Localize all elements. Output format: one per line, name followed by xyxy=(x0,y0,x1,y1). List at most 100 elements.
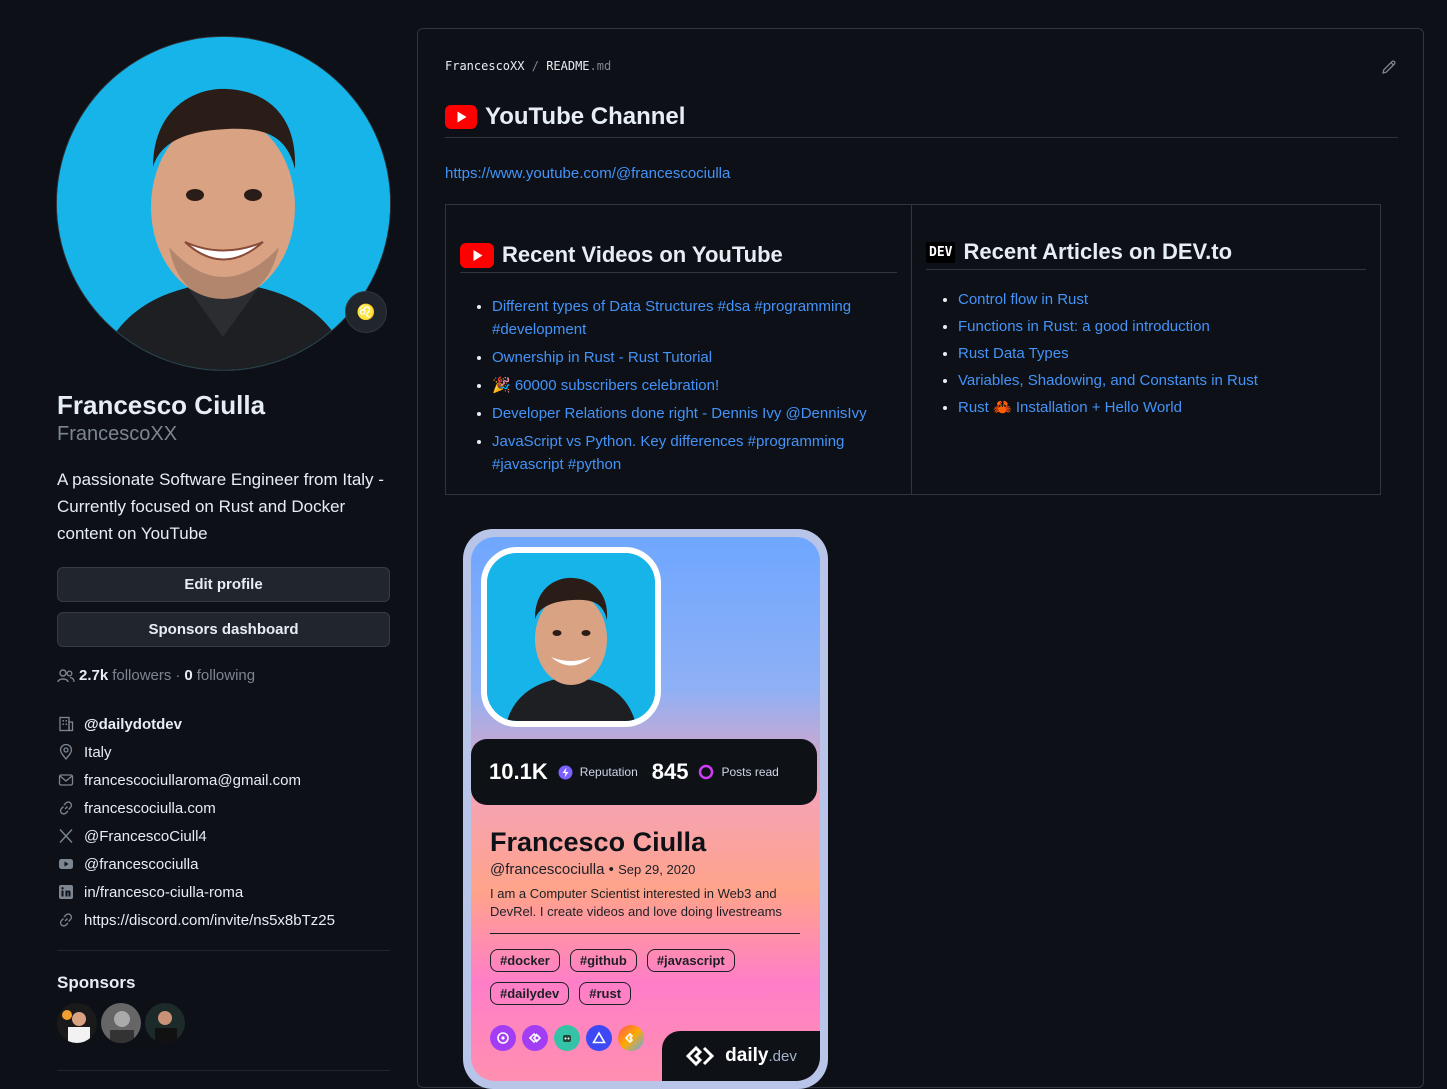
list-item: Functions in Rust: a good introduction xyxy=(958,315,1366,338)
devcard-name: Francesco Ciulla xyxy=(490,827,707,857)
linkedin-link[interactable]: in/francesco-ciulla-roma xyxy=(84,884,243,901)
reputation-value: 10.1K xyxy=(489,759,548,784)
list-item: Developer Relations done right - Dennis … xyxy=(492,402,897,425)
mail-icon xyxy=(57,771,75,789)
profile-details: @dailydotdev Italy francescociullaroma@g… xyxy=(57,710,390,934)
crumb-owner[interactable]: FrancescoXX xyxy=(445,59,524,73)
email-link[interactable]: francescociullaroma@gmail.com xyxy=(84,772,301,789)
recent-content-table: Recent Videos on YouTube Different types… xyxy=(445,204,1381,495)
detail-x: @FrancescoCiull4 xyxy=(57,822,390,850)
devcard-body: 10.1K Reputation 845 Posts read Francesc… xyxy=(471,537,820,1081)
x-logo-icon xyxy=(57,827,75,845)
devcard-bio: I am a Computer Scientist interested in … xyxy=(490,886,782,919)
profile-name: Francesco Ciulla xyxy=(57,390,266,420)
posts-read-label: Posts read xyxy=(721,765,779,779)
devcard-squad-badges xyxy=(490,1025,644,1051)
list-item: JavaScript vs Python. Key differences #p… xyxy=(492,430,897,476)
profile-username: FrancescoXX xyxy=(57,423,178,445)
detail-discord: https://discord.com/invite/ns5x8bTz25 xyxy=(57,906,390,934)
devcard-handle: @francescociulla xyxy=(490,861,605,878)
youtube-icon xyxy=(445,105,477,129)
followers-label[interactable]: followers xyxy=(112,667,171,684)
videos-column: Recent Videos on YouTube Different types… xyxy=(446,205,912,494)
reputation-icon xyxy=(558,765,573,780)
following-count[interactable]: 0 xyxy=(184,667,192,684)
status-badge[interactable]: ♌ xyxy=(345,291,387,333)
link-icon xyxy=(57,911,75,929)
following-label[interactable]: following xyxy=(197,667,255,684)
video-link[interactable]: Ownership in Rust - Rust Tutorial xyxy=(492,349,712,366)
readme-heading: YouTube Channel xyxy=(445,103,1398,138)
detail-email: francescociullaroma@gmail.com xyxy=(57,766,390,794)
sponsors-title: Sponsors xyxy=(57,973,136,992)
readme-breadcrumb: FrancescoXX / README.md xyxy=(445,59,611,73)
list-item: Rust 🦀 Installation + Hello World xyxy=(958,396,1366,419)
video-link[interactable]: Different types of Data Structures #dsa … xyxy=(492,298,851,338)
youtube-icon xyxy=(460,242,494,268)
articles-heading-text: Recent Articles on DEV.to xyxy=(963,239,1233,264)
detail-youtube: @francescociulla xyxy=(57,850,390,878)
video-link[interactable]: 🎉 60000 subscribers celebration! xyxy=(492,377,719,394)
crumb-separator: / xyxy=(531,59,539,73)
edit-profile-button[interactable]: Edit profile xyxy=(57,567,390,602)
devcard-divider xyxy=(490,933,800,934)
videos-heading-text: Recent Videos on YouTube xyxy=(502,242,783,267)
articles-heading: DEV Recent Articles on DEV.to xyxy=(926,239,1366,270)
devcard-joined-date: Sep 29, 2020 xyxy=(618,862,696,877)
crumb-ext: .md xyxy=(589,59,612,73)
follow-stats: 2.7k followers · 0 following xyxy=(57,667,390,684)
devcard-tag: #github xyxy=(569,949,637,972)
link-icon xyxy=(57,799,75,817)
discord-link[interactable]: https://discord.com/invite/ns5x8bTz25 xyxy=(84,912,335,929)
youtube-link[interactable]: @francescociulla xyxy=(84,856,198,873)
devcard-tag: #javascript xyxy=(646,949,735,972)
squad-badge-icon xyxy=(490,1025,516,1051)
list-item: 🎉 60000 subscribers celebration! xyxy=(492,374,897,397)
x-link[interactable]: @FrancescoCiull4 xyxy=(84,828,207,845)
people-icon xyxy=(57,668,75,684)
devcard-tag: #docker xyxy=(490,949,560,972)
crumb-file: README xyxy=(546,59,590,73)
organization-icon xyxy=(57,715,75,733)
linkedin-icon xyxy=(57,883,75,901)
sponsor-avatar[interactable] xyxy=(101,1003,141,1043)
articles-column: DEV Recent Articles on DEV.to Control fl… xyxy=(912,205,1380,494)
detail-location: Italy xyxy=(57,738,390,766)
article-link[interactable]: Functions in Rust: a good introduction xyxy=(958,318,1210,335)
followers-count[interactable]: 2.7k xyxy=(79,667,108,684)
article-link[interactable]: Rust Data Types xyxy=(958,345,1069,362)
sponsor-avatar[interactable] xyxy=(145,1003,185,1043)
video-link[interactable]: Developer Relations done right - Dennis … xyxy=(492,405,867,422)
list-item: Control flow in Rust xyxy=(958,288,1366,311)
devcard-dot: • xyxy=(608,861,614,878)
youtube-channel-link[interactable]: https://www.youtube.com/@francescociulla xyxy=(445,165,730,182)
readme-heading-text: YouTube Channel xyxy=(485,103,686,130)
article-link[interactable]: Rust 🦀 Installation + Hello World xyxy=(958,399,1182,416)
organization-link[interactable]: @dailydotdev xyxy=(84,716,182,733)
pencil-icon[interactable] xyxy=(1381,59,1397,80)
devcard-stats: 10.1K Reputation 845 Posts read xyxy=(471,739,817,805)
article-link[interactable]: Variables, Shadowing, and Constants in R… xyxy=(958,372,1258,389)
detail-organization: @dailydotdev xyxy=(57,710,390,738)
reputation-label: Reputation xyxy=(579,765,638,779)
colorful-badge-icon xyxy=(618,1025,644,1051)
list-item: Variables, Shadowing, and Constants in R… xyxy=(958,369,1366,392)
profile-bio: A passionate Software Engineer from Ital… xyxy=(57,470,384,543)
devcard-tag: #rust xyxy=(579,982,632,1005)
avatar-portrait xyxy=(57,37,390,370)
sponsor-avatar[interactable] xyxy=(57,1003,97,1043)
videos-list: Different types of Data Structures #dsa … xyxy=(460,295,897,476)
video-link[interactable]: JavaScript vs Python. Key differences #p… xyxy=(492,433,844,473)
daily-dev-card[interactable]: 10.1K Reputation 845 Posts read Francesc… xyxy=(463,529,828,1089)
posts-read-icon xyxy=(698,764,714,780)
devcard-handle-row: @francescociulla • Sep 29, 2020 xyxy=(490,861,695,878)
profile-avatar[interactable] xyxy=(57,37,390,370)
brand-word: daily xyxy=(725,1045,769,1066)
article-link[interactable]: Control flow in Rust xyxy=(958,291,1088,308)
sponsors-dashboard-button[interactable]: Sponsors dashboard xyxy=(57,612,390,647)
daily-dev-badge-icon xyxy=(522,1025,548,1051)
list-item: Different types of Data Structures #dsa … xyxy=(492,295,897,341)
website-link[interactable]: francescociulla.com xyxy=(84,800,216,817)
dev-logo-icon: DEV xyxy=(926,241,956,263)
profile-sidebar: ♌ Francesco Ciulla FrancescoXX A passion… xyxy=(57,37,390,1071)
